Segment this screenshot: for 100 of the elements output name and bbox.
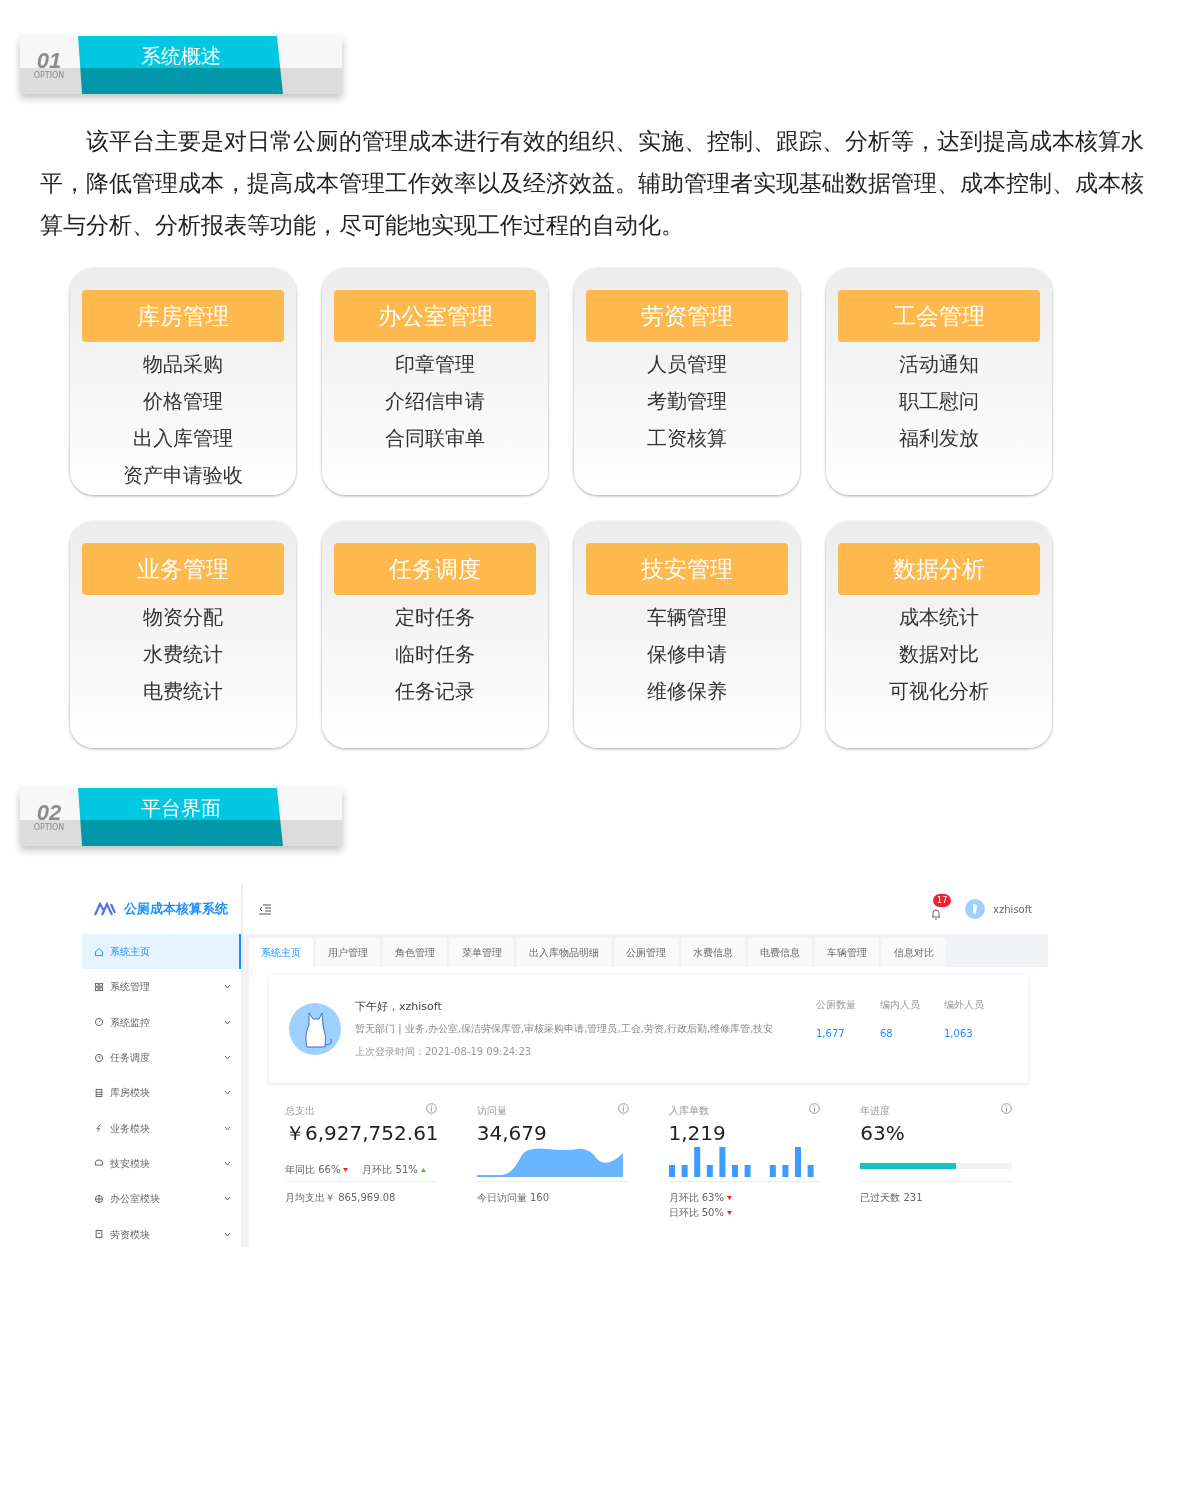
module-item: 人员管理 [646,351,728,378]
section-title: 系统概述 [78,36,283,94]
tab[interactable]: 出入库物品明细 [517,938,611,967]
sidebar-label: 办公室模块 [110,1192,161,1207]
module-item: 考勤管理 [646,388,728,415]
module-item: 活动通知 [898,351,980,378]
module-item: 车辆管理 [646,604,728,631]
card-value: 34,679 [476,1120,548,1147]
tab[interactable]: 信息对比 [882,938,946,967]
module-item: 职工慰问 [898,388,980,415]
module-item: 任务记录 [394,678,476,705]
module-item: 资产申请验收 [122,462,244,489]
gauge-icon [94,1017,104,1028]
tab[interactable]: 公厕管理 [614,938,678,967]
info-icon[interactable] [617,1103,629,1114]
option-label: OPTION [33,72,65,80]
module-item: 合同联审单 [384,425,486,452]
sidebar-label: 劳资模块 [110,1227,151,1242]
sidebar-item[interactable]: 系统监控 [82,1004,241,1040]
section-number: 02 [36,802,62,824]
tab[interactable]: 用户管理 [316,938,380,967]
home-icon [94,946,104,957]
module-item: 保修申请 [646,641,728,668]
tab[interactable]: 系统主页 [249,938,313,967]
user-name[interactable]: xzhisoft [993,901,1032,917]
sidebar-item[interactable]: 库房模块 [82,1075,241,1111]
card-value: 63% [860,1120,906,1147]
stat-value: 68 [880,1027,894,1041]
module-item: 工资核算 [646,425,728,452]
module-item: 福利发放 [898,425,980,452]
info-icon[interactable] [425,1103,437,1114]
option-label: OPTION [33,824,65,832]
card-value: 1,219 [668,1120,727,1147]
module-title: 技安管理 [586,543,788,595]
stat-value: 1,063 [944,1027,974,1041]
module-title: 库房管理 [82,290,284,342]
chevron-icon [224,1055,231,1061]
module-item: 数据对比 [898,641,980,668]
stat-label: 编内人员 [880,998,920,1012]
stat-label: 编外人员 [944,998,984,1012]
module-item: 物资分配 [142,604,224,631]
clock-icon [94,1052,104,1063]
card-title: 入库单数 [668,1104,709,1118]
module-title: 业务管理 [82,543,284,595]
tab[interactable]: 菜单管理 [450,938,514,967]
tab[interactable]: 水费信息 [681,938,745,967]
bell-icon[interactable] [931,908,942,920]
module-item: 水费统计 [142,641,224,668]
card-title: 年进度 [860,1104,891,1118]
module-item: 物品采购 [142,351,224,378]
stat-label: 公厕数量 [816,998,856,1012]
greeting: 下午好，xzhisoft [355,998,443,1015]
sidebar-item[interactable]: 技安模块 [82,1145,241,1182]
sidebar-label: 业务模块 [110,1121,151,1136]
avatar-icon[interactable] [965,899,986,919]
sidebar-item[interactable]: 办公室模块 [82,1181,241,1217]
chevron-icon [224,1231,231,1237]
trend-label: 月环比 63% [668,1191,724,1205]
tab[interactable]: 角色管理 [383,938,447,967]
sidebar-label: 任务调度 [110,1051,151,1066]
sidebar-label: 系统主页 [110,945,151,960]
chevron-icon [224,1090,231,1096]
chevron-icon [224,1196,231,1202]
module-title: 办公室管理 [334,290,536,342]
info-icon[interactable] [1001,1103,1012,1114]
module-item: 维修保养 [646,678,728,705]
logo-icon [94,902,116,916]
chevron-icon [224,1019,231,1025]
module-item: 临时任务 [394,641,476,668]
last-login: 上次登录时间：2021-08-19 09:24:23 [355,1045,533,1060]
card-footer: 今日访问量 160 [476,1192,549,1203]
section-title: 平台界面 [78,788,283,846]
module-item: 定时任务 [394,604,476,631]
sidebar-label: 库房模块 [110,1086,151,1101]
module-item: 价格管理 [142,388,224,415]
grid-icon [94,981,104,992]
module-title: 工会管理 [838,290,1040,342]
module-title: 任务调度 [334,543,536,595]
tab[interactable]: 电费信息 [748,938,812,967]
module-item: 介绍信申请 [384,388,486,415]
sidebar-item[interactable]: 业务模块 [82,1110,241,1146]
sidebar-item[interactable]: 劳资模块 [82,1216,241,1252]
stat-value: 1,677 [816,1027,846,1041]
info-icon[interactable] [809,1103,821,1114]
sidebar-item[interactable]: 任务调度 [82,1039,241,1076]
chevron-icon [224,1125,231,1131]
globe-icon [94,1193,104,1204]
card-title: 总支出 [285,1104,315,1118]
module-item: 电费统计 [142,678,224,705]
module-title: 数据分析 [838,543,1040,595]
trend-label: 年同比 66% [285,1163,341,1177]
notification-badge: 17 [933,894,952,907]
tab[interactable]: 车辆管理 [815,938,879,967]
chevron-icon [224,984,231,990]
menu-icon[interactable] [259,903,271,915]
card-value: ￥6,927,752.61 [285,1120,437,1147]
chevron-icon [224,1160,231,1166]
module-item: 出入库管理 [132,425,234,452]
sidebar-item[interactable]: 系统管理 [82,969,241,1005]
module-title: 劳资管理 [586,290,788,342]
